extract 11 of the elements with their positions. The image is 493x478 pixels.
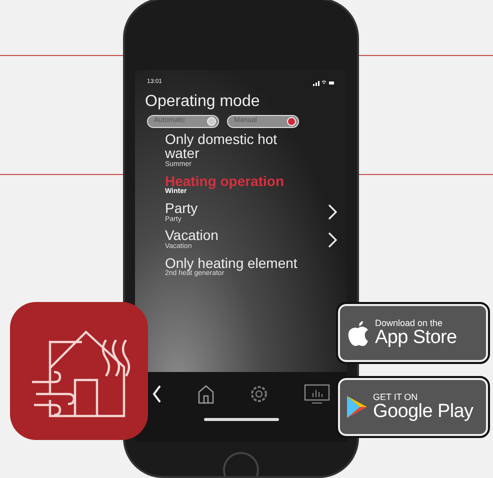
play-triangle-icon [346, 395, 368, 419]
app-icon [10, 302, 148, 440]
monitor-chart-icon[interactable] [304, 384, 330, 404]
settings-icon[interactable] [249, 384, 270, 404]
back-icon[interactable] [152, 385, 162, 403]
home-icon[interactable] [196, 384, 215, 404]
google-play-badge[interactable]: GET IT ON Google Play [338, 378, 488, 436]
status-icons [313, 80, 335, 86]
app-store-badge[interactable]: Download on the App Store [338, 304, 488, 362]
apple-logo-icon [346, 319, 370, 347]
screen-title: Operating mode [144, 92, 261, 111]
